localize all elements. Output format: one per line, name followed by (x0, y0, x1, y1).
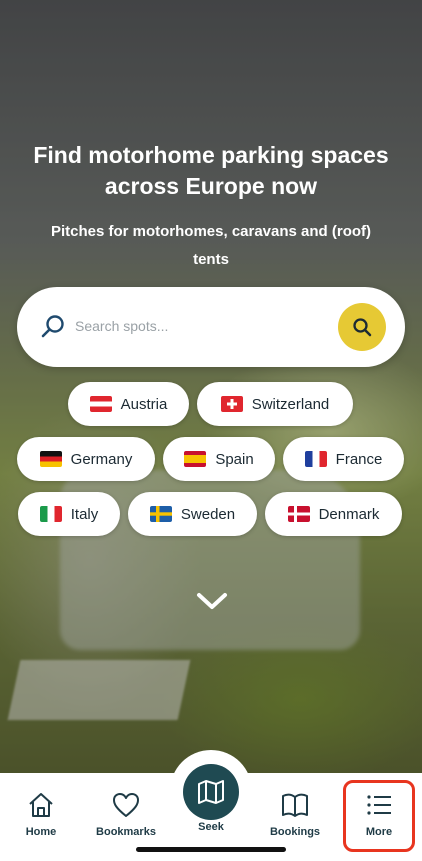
more-highlight-box (343, 780, 415, 852)
search-button-icon (353, 318, 372, 337)
nav-home[interactable]: Home (11, 773, 71, 861)
austria-flag-icon (89, 396, 112, 412)
search-button[interactable] (338, 303, 386, 351)
chevron-down-icon[interactable] (196, 591, 228, 611)
france-flag-icon (304, 451, 327, 467)
country-chip-austria[interactable]: Austria (68, 382, 189, 426)
map-icon (198, 780, 224, 804)
country-label: Italy (70, 505, 99, 523)
heart-icon (113, 793, 139, 817)
page-title: Find motorhome parking spaces across Eur… (0, 140, 422, 202)
search-input[interactable]: Search spots... (75, 318, 168, 334)
subtitle-line-2: tents (193, 251, 229, 268)
switzerland-flag-icon (220, 396, 243, 412)
nav-bookmarks-label: Bookmarks (96, 826, 156, 838)
home-icon (29, 793, 53, 817)
subtitle-line-1: Pitches for motorhomes, caravans and (ro… (50, 223, 372, 240)
country-label: France (335, 450, 383, 468)
country-label: Austria (120, 395, 168, 413)
country-label: Denmark (318, 505, 380, 523)
home-indicator (136, 847, 286, 852)
search-icon (41, 315, 64, 338)
country-label: Switzerland (251, 395, 330, 413)
country-chip-spain[interactable]: Spain (163, 437, 275, 481)
hero-overlay (0, 0, 422, 861)
sweden-flag-icon (149, 506, 172, 522)
country-label: Germany (70, 450, 133, 468)
denmark-flag-icon (287, 506, 310, 522)
title-line-1: Find motorhome parking spaces (33, 142, 389, 168)
nav-home-label: Home (25, 826, 57, 838)
search-bar[interactable]: Search spots... (17, 287, 405, 367)
nav-seek-label: Seek (198, 821, 224, 833)
germany-flag-icon (39, 451, 62, 467)
spain-flag-icon (184, 451, 207, 467)
title-line-2: across Europe now (104, 173, 318, 199)
country-chip-denmark[interactable]: Denmark (265, 492, 402, 536)
nav-seek[interactable] (183, 764, 239, 820)
country-label: Spain (215, 450, 254, 468)
country-chip-switzerland[interactable]: Switzerland (197, 382, 353, 426)
nav-bookings-label: Bookings (269, 826, 321, 838)
italy-flag-icon (39, 506, 62, 522)
country-chip-france[interactable]: France (283, 437, 404, 481)
country-chip-italy[interactable]: Italy (18, 492, 120, 536)
page-subtitle: Pitches for motorhomes, caravans and (ro… (20, 218, 402, 274)
country-chip-sweden[interactable]: Sweden (128, 492, 257, 536)
country-label: Sweden (180, 505, 236, 523)
country-chip-germany[interactable]: Germany (17, 437, 155, 481)
book-icon (282, 793, 308, 817)
